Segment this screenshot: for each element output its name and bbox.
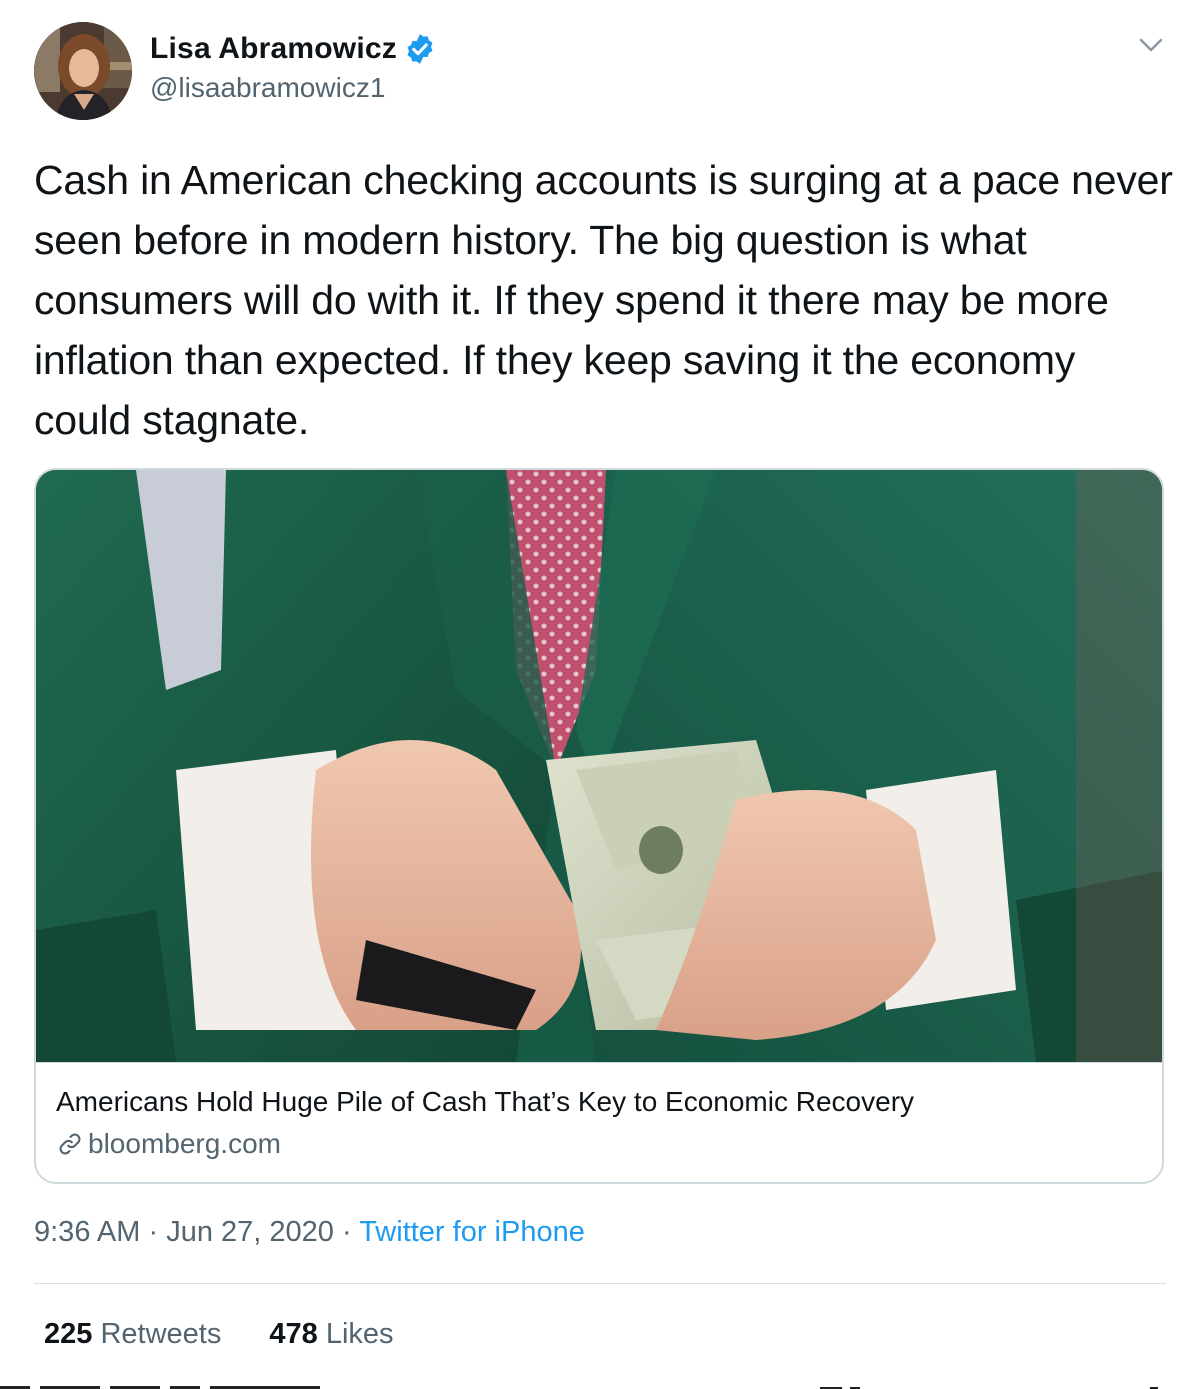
tweet-meta: 9:36 AM · Jun 27, 2020 · Twitter for iPh… (34, 1216, 585, 1249)
avatar-photo (34, 22, 132, 120)
author-handle[interactable]: @lisaabramowicz1 (150, 72, 385, 104)
chevron-down-icon[interactable] (1136, 32, 1166, 58)
avatar[interactable] (34, 22, 132, 120)
display-name[interactable]: Lisa Abramowicz (150, 32, 397, 66)
source-app-link[interactable]: Twitter for iPhone (359, 1216, 585, 1248)
retweets-stat[interactable]: 225 Retweets (44, 1318, 221, 1351)
link-card[interactable]: Americans Hold Huge Pile of Cash That’s … (34, 468, 1164, 1184)
likes-stat[interactable]: 478 Likes (269, 1318, 393, 1351)
author-name-row[interactable]: Lisa Abramowicz (150, 32, 437, 66)
divider (34, 1283, 1166, 1284)
link-icon (56, 1130, 84, 1158)
verified-badge-icon (403, 32, 437, 66)
retweets-label: Retweets (100, 1318, 222, 1350)
meta-separator: · (148, 1216, 159, 1248)
card-image[interactable] (36, 470, 1162, 1062)
cropped-bottom-edge (0, 1378, 1200, 1389)
tweet: Lisa Abramowicz @lisaabramowicz1 Cash in… (0, 0, 1200, 1389)
card-domain[interactable]: bloomberg.com (88, 1128, 281, 1160)
likes-label: Likes (325, 1318, 394, 1350)
meta-separator: · (341, 1216, 352, 1248)
card-divider (36, 1062, 1162, 1063)
tweet-date[interactable]: Jun 27, 2020 (166, 1216, 334, 1248)
tweet-text: Cash in American checking accounts is su… (34, 157, 1173, 443)
retweets-count: 225 (44, 1318, 93, 1350)
likes-count: 478 (269, 1318, 318, 1350)
card-title[interactable]: Americans Hold Huge Pile of Cash That’s … (56, 1086, 914, 1118)
engagement-stats: 225 Retweets 478 Likes (44, 1318, 394, 1351)
card-source[interactable]: bloomberg.com (56, 1128, 281, 1160)
tweet-time[interactable]: 9:36 AM (34, 1216, 140, 1248)
